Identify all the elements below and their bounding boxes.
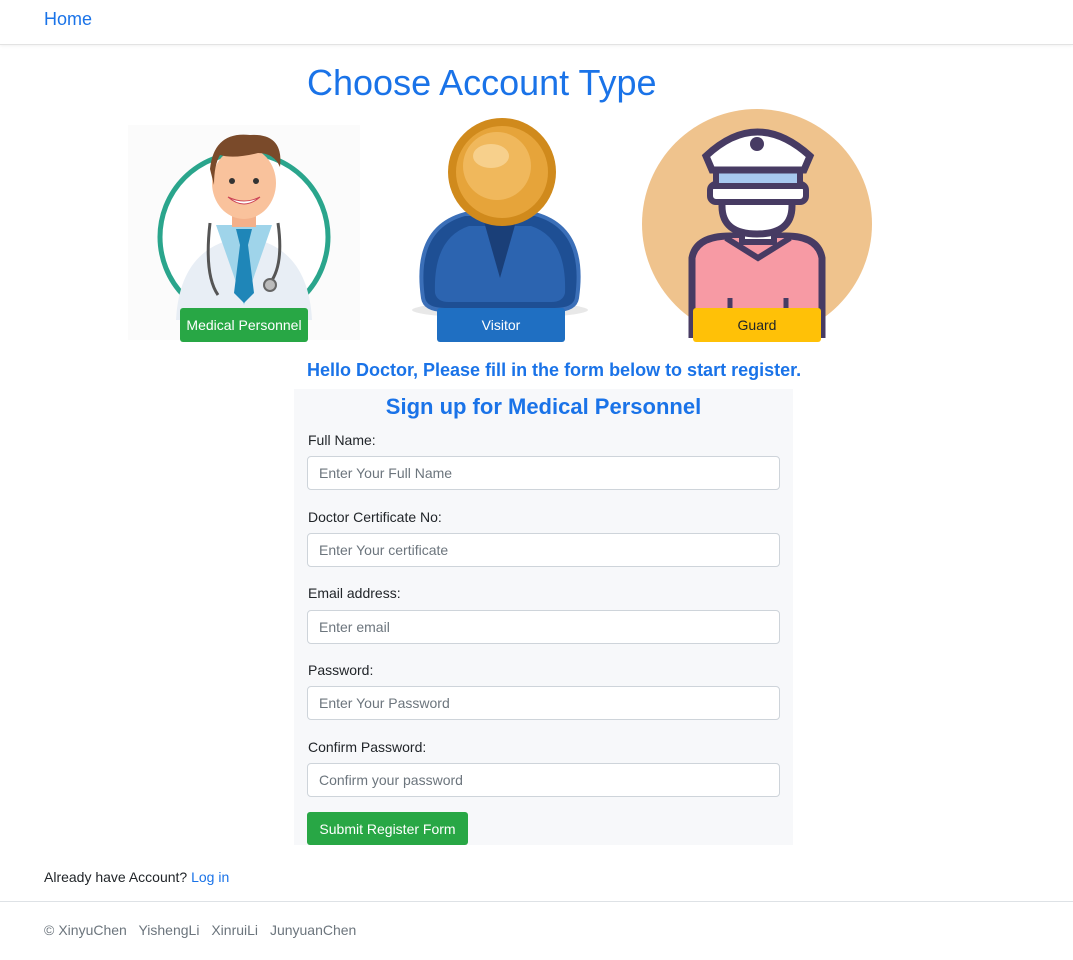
footer-author: JunyuanChen: [269, 922, 357, 938]
signup-form: Sign up for Medical Personnel Full Name:…: [294, 389, 793, 845]
account-type-guard[interactable]: Guard: [640, 108, 876, 342]
footer-author: XinruiLi: [211, 922, 259, 938]
full-name-label: Full Name:: [308, 432, 376, 448]
confirm-password-label: Confirm Password:: [308, 739, 427, 755]
hello-message: Hello Doctor, Please fill in the form be…: [307, 360, 802, 380]
medical-personnel-button[interactable]: Medical Personnel: [180, 308, 308, 342]
top-navbar: Home: [0, 0, 1073, 45]
visitor-button[interactable]: Visitor: [437, 308, 565, 342]
submit-register-button[interactable]: Submit Register Form: [307, 812, 468, 845]
password-label: Password:: [308, 662, 374, 678]
guard-avatar-icon: [642, 109, 872, 338]
certificate-label: Doctor Certificate No:: [308, 509, 442, 525]
footer-author: XinyuChen: [58, 922, 127, 938]
copyright-symbol: ©: [44, 922, 55, 938]
account-type-medical[interactable]: Medical Personnel: [128, 125, 360, 342]
email-label: Email address:: [308, 585, 401, 601]
certificate-input[interactable]: [307, 533, 780, 567]
footer-author: YishengLi: [138, 922, 200, 938]
guard-button[interactable]: Guard: [693, 308, 821, 342]
full-name-input[interactable]: [307, 456, 780, 490]
login-prompt: Already have Account? Log in: [44, 869, 229, 885]
footer: © XinyuChen YishengLi XinruiLi JunyuanChe…: [44, 922, 364, 938]
login-link[interactable]: Log in: [191, 869, 229, 885]
email-input[interactable]: [307, 610, 780, 644]
visitor-avatar-icon: [412, 118, 588, 318]
login-prompt-text: Already have Account?: [44, 869, 188, 885]
confirm-password-input[interactable]: [307, 763, 780, 797]
page-title: Choose Account Type: [307, 62, 657, 103]
footer-divider: [0, 901, 1073, 902]
nav-home-link[interactable]: Home: [44, 9, 92, 30]
form-title: Sign up for Medical Personnel: [385, 394, 702, 419]
password-input[interactable]: [307, 686, 780, 720]
account-type-visitor[interactable]: Visitor: [405, 118, 595, 342]
